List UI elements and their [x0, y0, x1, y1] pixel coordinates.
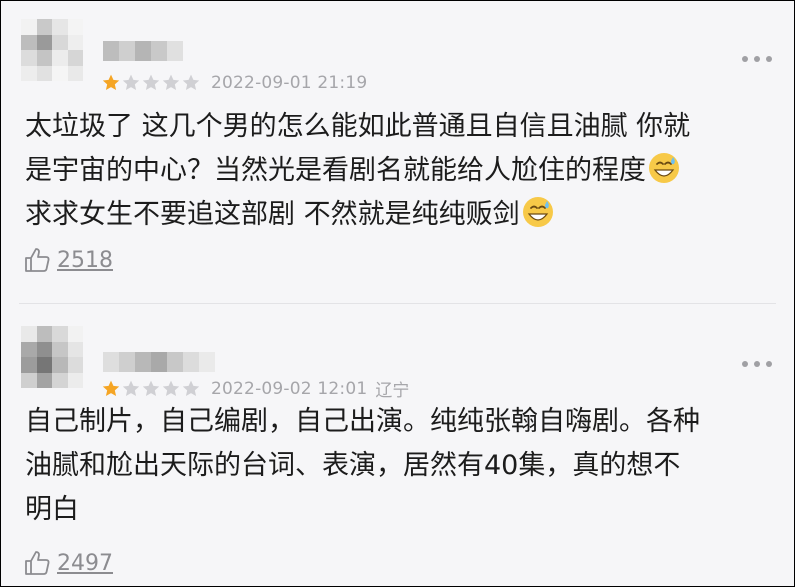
- star-empty-icon: [162, 380, 180, 396]
- star-empty-icon: [142, 74, 160, 90]
- star-empty-icon: [182, 380, 200, 396]
- thumbs-up-icon: [25, 551, 50, 575]
- thumbs-up-icon: [25, 248, 50, 272]
- star-empty-icon: [142, 380, 160, 396]
- star-empty-icon: [122, 74, 140, 90]
- avatar[interactable]: [21, 326, 83, 388]
- review-item: 2022-09-02 12:01 辽宁 自己制片，自己编剧，自己出演。纯纯张翰自…: [1, 304, 794, 586]
- more-dots-icon[interactable]: [742, 55, 772, 63]
- review-text: 自己制片，自己编剧，自己出演。纯纯张翰自嗨剧。各种 油腻和尬出天际的台词、表演，…: [25, 406, 700, 525]
- star-empty-icon: [162, 74, 180, 90]
- like-count: 2497: [57, 550, 113, 576]
- comment-list: 2022-09-01 21:19 太垃圾了 这几个男的怎么能如此普通且自信且油腻…: [0, 0, 795, 587]
- review-location: 辽宁: [375, 381, 410, 401]
- review-text-lines: 太垃圾了 这几个男的怎么能如此普通且自信且油腻 你就 是宇宙的中心？当然光是看剧…: [25, 111, 691, 186]
- review-text-line3: 求求女生不要追这部剧 不然就是纯纯贩剑: [25, 199, 520, 230]
- star-rating: [101, 73, 201, 93]
- sweat-smile-emoji: [649, 153, 679, 183]
- star-empty-icon: [182, 74, 200, 90]
- star-filled-icon: [102, 74, 120, 90]
- review-date: 2022-09-02 12:01: [211, 378, 368, 399]
- review-text: 太垃圾了 这几个男的怎么能如此普通且自信且油腻 你就 是宇宙的中心？当然光是看剧…: [25, 105, 775, 237]
- star-rating: [101, 379, 201, 399]
- review-meta: 2022-09-02 12:01 辽宁: [101, 376, 409, 401]
- more-dots-icon[interactable]: [742, 360, 772, 368]
- review-date: 2022-09-01 21:19: [211, 73, 368, 93]
- star-empty-icon: [122, 380, 140, 396]
- like-button[interactable]: 2518: [23, 245, 113, 275]
- review-item: 2022-09-01 21:19 太垃圾了 这几个男的怎么能如此普通且自信且油腻…: [1, 1, 794, 303]
- username-blurred[interactable]: [103, 352, 215, 372]
- like-button[interactable]: 2497: [23, 548, 113, 578]
- sweat-smile-emoji: [522, 197, 553, 227]
- review-meta: 2022-09-01 21:19: [101, 73, 367, 93]
- like-count: 2518: [57, 247, 113, 273]
- star-filled-icon: [102, 380, 120, 396]
- username-blurred[interactable]: [103, 41, 183, 61]
- avatar[interactable]: [21, 19, 83, 81]
